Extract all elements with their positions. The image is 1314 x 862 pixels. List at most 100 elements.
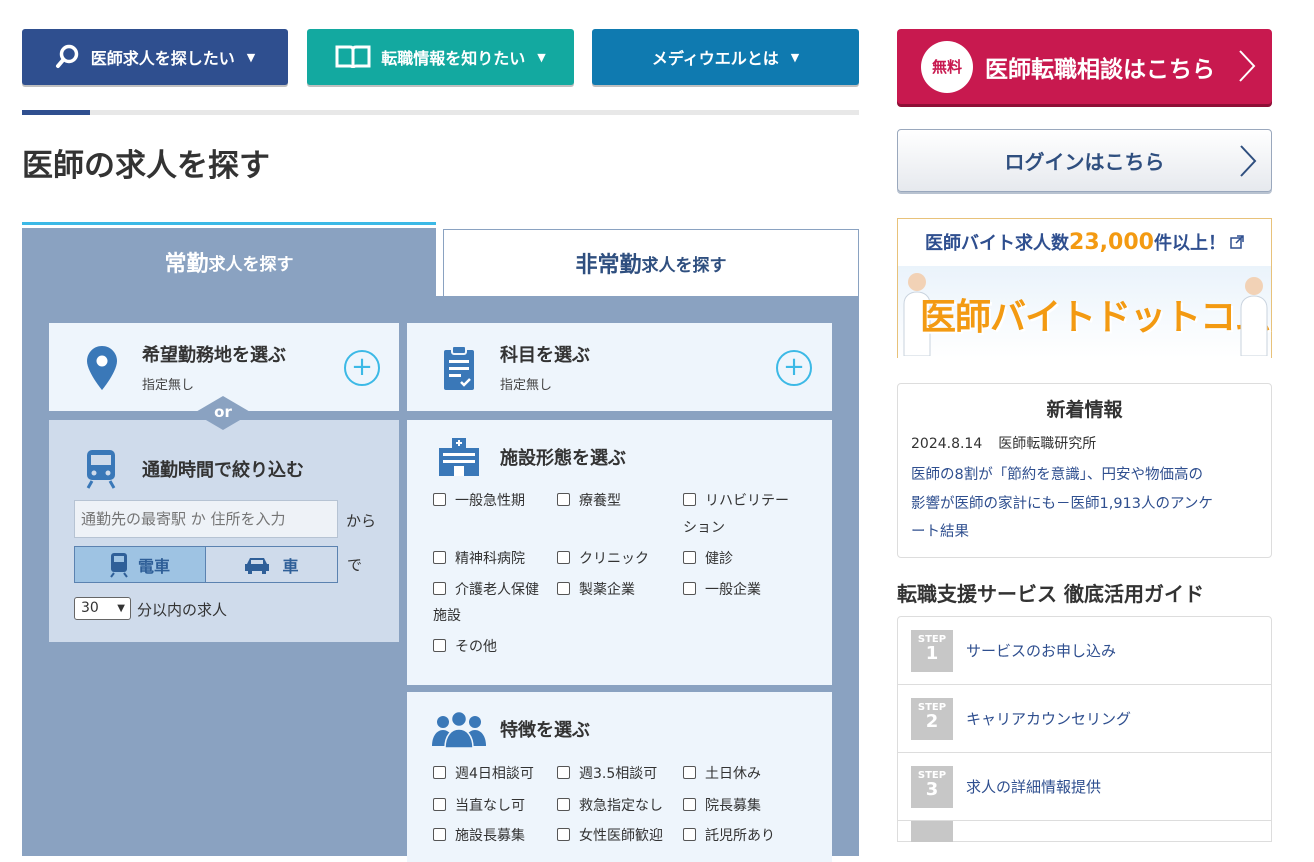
- news-meta: 2024.8.14 医師転職研究所: [911, 433, 1096, 453]
- facility-option[interactable]: リハビリテー: [683, 488, 789, 515]
- step-label: 求人の詳細情報提供: [966, 778, 1102, 796]
- feature-option[interactable]: 週4日相談可: [433, 761, 534, 788]
- step-number: 2: [925, 710, 939, 732]
- feature-option[interactable]: 託児所あり: [683, 823, 775, 850]
- feature-option-label: 週4日相談可: [455, 766, 534, 782]
- feature-option-label: 週3.5相談可: [579, 766, 658, 782]
- banner-logo: 医師バイトドットコム: [920, 297, 1271, 338]
- tab-fulltime[interactable]: 常勤 求人を探す: [22, 228, 436, 296]
- nav-search-jobs-label: 医師求人を探したい: [90, 49, 235, 68]
- mode-train-label: 電車: [137, 556, 170, 576]
- step-badge: STEP 3: [911, 765, 953, 808]
- facility-option[interactable]: 療養型: [557, 488, 621, 515]
- mode-car-button[interactable]: 車: [206, 546, 338, 583]
- or-label: or: [214, 403, 232, 421]
- facility-option[interactable]: その他: [433, 634, 497, 661]
- banner-text1: 医師バイト求人数: [925, 233, 1070, 254]
- facility-option[interactable]: 介護老人保健: [433, 577, 539, 604]
- facility-option[interactable]: 健診: [683, 546, 733, 573]
- facility-option[interactable]: 一般企業: [683, 577, 761, 604]
- news-source: 医師転職研究所: [998, 436, 1097, 452]
- facility-option-label: クリニック: [579, 551, 649, 567]
- login-label: ログインはこちら: [1004, 150, 1165, 174]
- chevron-down-icon: ▼: [790, 50, 800, 64]
- chevron-right-icon: [1240, 145, 1257, 177]
- search-panel: 希望勤務地を選ぶ 指定無し + 科目を選ぶ 指定無し + 通勤時間で絞り込む か…: [22, 296, 859, 862]
- train-icon: [86, 450, 116, 489]
- login-button[interactable]: ログインはこちら: [897, 129, 1272, 192]
- plus-circle-icon[interactable]: +: [776, 350, 812, 386]
- step-label: キャリアカウンセリング: [966, 710, 1132, 728]
- tab-active-indicator: [22, 222, 436, 225]
- page-title: 医師の求人を探す: [22, 148, 270, 184]
- guide-step[interactable]: STEP 1 サービスのお申し込み: [897, 616, 1272, 685]
- feature-option[interactable]: 当直なし可: [433, 793, 525, 820]
- banner-text2: 件以上！: [1153, 233, 1226, 254]
- department-card[interactable]: 科目を選ぶ 指定無し +: [407, 323, 832, 411]
- feature-option-label: 土日休み: [705, 766, 761, 782]
- chevron-right-icon: [1239, 50, 1256, 82]
- mode-train-button[interactable]: 電車: [74, 546, 206, 583]
- step-number: 3: [925, 778, 939, 800]
- doctor-illustration: [1240, 277, 1268, 356]
- clipboard-icon: [444, 345, 474, 390]
- guide-heading: 転職支援サービス 徹底活用ガイド: [897, 582, 1204, 606]
- facility-option[interactable]: 一般急性期: [433, 488, 525, 515]
- de-label: で: [347, 556, 363, 574]
- guide-step[interactable]: STEP 2 キャリアカウンセリング: [897, 685, 1272, 753]
- nav-search-jobs[interactable]: 医師求人を探したい ▼: [22, 29, 288, 85]
- within-label: 分以内の求人: [137, 601, 228, 619]
- facility-option-label-cont: 施設: [433, 608, 461, 624]
- feature-option-label: 院長募集: [705, 798, 761, 814]
- minutes-select[interactable]: 30 ▼: [74, 597, 131, 620]
- guide-step-partial: [897, 821, 1272, 842]
- guide-step[interactable]: STEP 3 求人の詳細情報提供: [897, 753, 1272, 821]
- plus-circle-icon[interactable]: +: [344, 350, 380, 386]
- tab-parttime[interactable]: 非常勤 求人を探す: [443, 229, 859, 296]
- news-line: ート結果: [911, 524, 969, 540]
- facility-option-label: 療養型: [579, 493, 621, 509]
- features-title: 特徴を選ぶ: [500, 720, 590, 741]
- location-sub: 指定無し: [142, 378, 195, 393]
- facility-card: 施設形態を選ぶ 一般急性期 療養型 リハビリテー ション 精神科病院 クリニック…: [407, 420, 832, 685]
- facility-option-label: リハビリテー: [705, 493, 789, 509]
- facility-option[interactable]: クリニック: [557, 546, 649, 573]
- banner-image: 医師バイトドットコム: [898, 266, 1271, 358]
- feature-option[interactable]: 土日休み: [683, 761, 761, 788]
- nav-about[interactable]: メディウエルとは ▼: [592, 29, 859, 85]
- feature-option[interactable]: 週3.5相談可: [557, 761, 657, 788]
- facility-option-label: 一般企業: [705, 582, 761, 598]
- department-title: 科目を選ぶ: [500, 345, 590, 366]
- chevron-down-icon: ▼: [246, 50, 256, 64]
- facility-option-label: 製薬企業: [579, 582, 635, 598]
- nav-career-info-label: 転職情報を知りたい: [381, 49, 526, 68]
- step-number: 1: [925, 642, 939, 664]
- part-time-banner[interactable]: 医師バイト求人数23,000件以上！ 医師バイトドットコム: [897, 218, 1272, 358]
- feature-option[interactable]: 院長募集: [683, 793, 761, 820]
- news-heading: 新着情報: [1046, 399, 1123, 421]
- step-badge: STEP 2: [911, 697, 953, 740]
- nav-career-info[interactable]: 転職情報を知りたい ▼: [307, 29, 574, 85]
- feature-option[interactable]: 女性医師歓迎: [557, 823, 663, 850]
- news-date: 2024.8.14: [911, 436, 983, 452]
- facility-option[interactable]: 製薬企業: [557, 577, 635, 604]
- consult-button[interactable]: 無料 医師転職相談はこちら: [897, 29, 1272, 104]
- banner-count: 23,000: [1069, 230, 1154, 255]
- feature-option[interactable]: 施設長募集: [433, 823, 525, 850]
- facility-option-label-cont: ション: [683, 520, 725, 536]
- feature-option[interactable]: 救急指定なし: [557, 793, 663, 820]
- chevron-down-icon: ▼: [537, 50, 546, 64]
- nav-about-label: メディウエルとは: [651, 49, 779, 68]
- station-address-input[interactable]: [74, 500, 338, 538]
- external-link-icon: [1230, 235, 1244, 249]
- news-link[interactable]: 医師の8割が「節約を意識」、円安や物価高の 影響が医師の家計にも－医師1,913…: [911, 461, 1266, 547]
- map-pin-icon: [87, 346, 117, 390]
- step-label: サービスのお申し込み: [966, 642, 1117, 660]
- facility-option-label: 介護老人保健: [455, 582, 539, 598]
- facility-option[interactable]: 精神科病院: [433, 546, 525, 573]
- features-card: 特徴を選ぶ 週4日相談可 週3.5相談可 土日休み 当直なし可 救急指定なし 院…: [407, 692, 832, 862]
- minutes-value: 30: [81, 600, 99, 616]
- commute-title: 通勤時間で絞り込む: [142, 460, 304, 481]
- from-label: から: [346, 512, 377, 530]
- department-sub: 指定無し: [500, 378, 553, 393]
